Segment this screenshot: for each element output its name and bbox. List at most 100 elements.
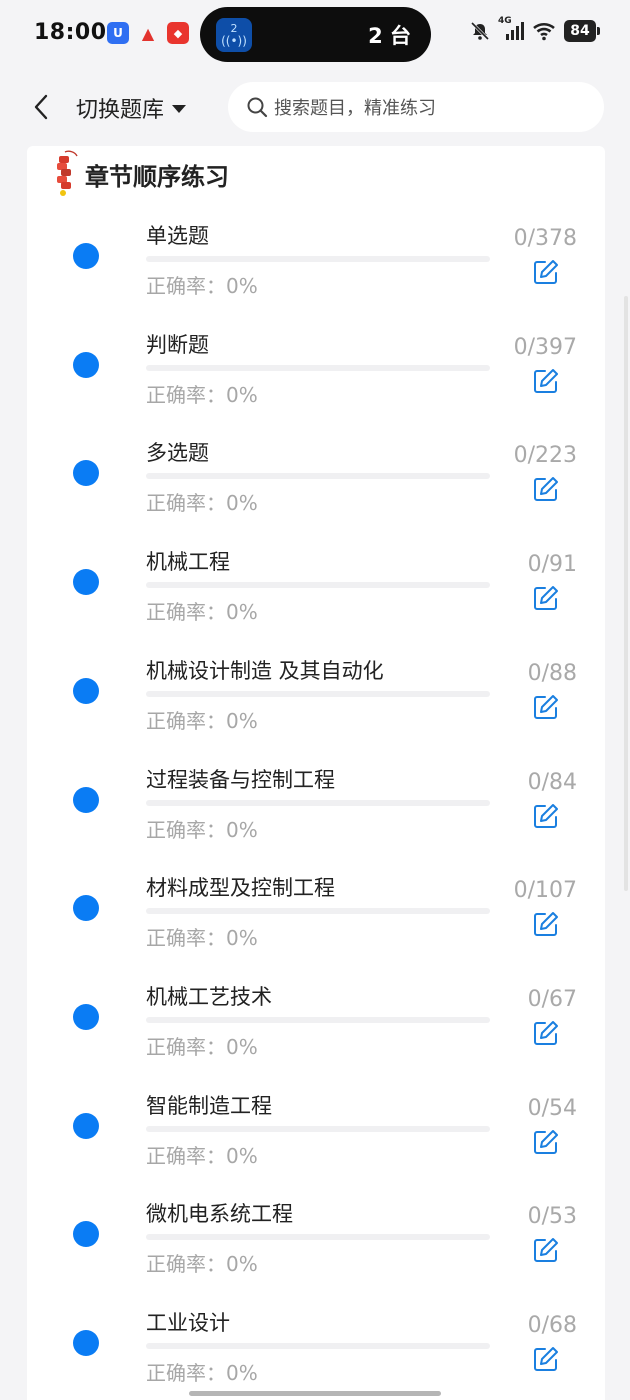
switch-bank-label: 切换题库 [76,98,165,123]
accuracy-label: 正确率：0% [146,926,258,951]
question-count: 0/68 [527,1313,577,1338]
progress-bar [146,256,490,262]
status-indicators: 4G 84 [470,16,600,42]
chevron-left-icon [34,94,48,120]
status-bar: 18:00 U ▲ ◆ 2 ((•)) 2 台 4G 84 [0,0,630,68]
chapter-item[interactable]: 微机电系统工程 正确率：0% 0/53 [27,1198,605,1306]
accuracy-label: 正确率：0% [146,1361,258,1385]
dot-icon [73,1221,99,1248]
edit-icon[interactable] [532,367,560,395]
dot-icon [73,569,99,596]
question-count: 0/107 [513,878,577,904]
cast-icon: 2 ((•)) [216,18,252,52]
dot-icon [73,786,99,813]
accuracy-label: 正确率：0% [146,1252,258,1277]
question-count: 0/91 [527,552,577,578]
edit-icon[interactable] [532,693,560,721]
accuracy-label: 正确率：0% [146,1034,258,1059]
chapter-item[interactable]: 机械工艺技术 正确率：0% 0/67 [27,981,605,1089]
chapter-name: 材料成型及控制工程 [146,876,335,901]
chapter-name: 多选题 [146,441,209,466]
header: 切换题库 搜索题目，精准练习 [0,76,630,138]
switch-bank-dropdown[interactable]: 切换题库 [76,92,187,124]
card-title: 章节顺序练习 [85,162,229,191]
accuracy-label: 正确率：0% [146,600,258,625]
wifi-icon [533,22,555,41]
island-text: 2 台 [368,24,411,48]
edit-icon[interactable] [532,1236,560,1264]
chapter-name: 机械工艺技术 [146,984,272,1009]
chapter-item[interactable]: 过程装备与控制工程 正确率：0% 0/84 [27,764,605,872]
chapter-item[interactable]: 机械设计制造 及其自动化 正确率：0% 0/88 [27,655,605,763]
chapter-name: 过程装备与控制工程 [146,767,335,792]
battery-icon: 84 [564,20,600,42]
dot-icon [73,1003,99,1030]
accuracy-label: 正确率：0% [146,382,258,407]
progress-bar [146,908,490,915]
chapter-item[interactable]: 机械工程正确率：0% 0/91 [27,546,605,654]
dot-icon [73,460,99,487]
search-icon [247,97,268,118]
card-title-row: 章节顺序练习 [53,150,229,198]
mute-bell-icon [470,21,490,41]
scrollbar[interactable] [624,296,628,891]
accuracy-label: 正确率：0% [146,1143,258,1168]
progress-bar [146,473,490,480]
search-input[interactable]: 搜索题目，精准练习 [228,82,604,132]
progress-bar [146,582,490,589]
question-count: 0/54 [527,1095,577,1121]
signal-icon: 4G [498,16,524,42]
back-button[interactable] [26,90,56,124]
question-count: 0/378 [513,226,577,251]
question-count: 0/223 [513,443,577,469]
question-count: 0/67 [527,986,577,1012]
chapter-item[interactable]: 单选题 正确率：0% 0/378 [27,220,605,328]
chapter-item[interactable]: 判断题正确率：0% 0/397 [27,329,605,437]
chapter-practice-card: 章节顺序练习 单选题 正确率：0% 0/378 判断题 正确率：0% 0/397 多选题 正确… [27,146,605,1400]
accuracy-label: 正确率：0% [146,491,258,516]
edit-icon[interactable] [532,910,560,938]
edit-icon[interactable] [532,258,560,286]
caret-down-icon [172,105,187,113]
chapter-item[interactable]: 材料成型及控制工程 正确率：0% 0/107 [27,872,605,980]
chapter-item[interactable]: 工业设计正确率：0% 0/68 [27,1307,605,1400]
dot-icon [73,1112,99,1139]
app-u-icon: U [107,22,129,44]
progress-bar [146,1016,490,1023]
dot-icon [73,351,99,378]
chapter-name: 单选题 [146,224,209,248]
chapter-item[interactable]: 多选题正确率：0% 0/223 [27,437,605,545]
chapter-name: 机械工程 [146,550,230,575]
question-count: 0/397 [513,334,577,360]
page: 18:00 U ▲ ◆ 2 ((•)) 2 台 4G 84 切换题库 搜索题目，… [0,0,630,1400]
accuracy-label: 正确率：0% [146,708,258,733]
question-count: 0/53 [527,1204,577,1230]
chapter-item[interactable]: 智能制造工程 正确率：0% 0/54 [27,1090,605,1198]
chapter-name: 智能制造工程 [146,1093,272,1118]
progress-bar [146,799,490,806]
edit-icon[interactable] [532,584,560,612]
app-boat-icon: ▲ [141,23,155,43]
dot-icon [73,243,99,269]
edit-icon[interactable] [532,1345,560,1373]
chapter-name: 工业设计 [146,1311,230,1335]
progress-bar [146,1343,490,1349]
progress-bar [146,1234,490,1241]
edit-icon[interactable] [532,802,560,830]
dynamic-island[interactable]: 2 ((•)) 2 台 [200,7,431,62]
edit-icon[interactable] [532,475,560,503]
status-time: 18:00 [34,20,107,45]
dot-icon [73,1330,99,1356]
home-indicator[interactable] [189,1391,441,1396]
chapter-name: 微机电系统工程 [146,1202,293,1227]
edit-icon[interactable] [532,1128,560,1156]
chapter-name: 判断题 [146,332,209,357]
firecracker-icon [57,150,78,196]
accuracy-label: 正确率：0% [146,817,258,842]
notification-app-icons: U ▲ ◆ [107,22,189,44]
question-count: 0/84 [527,769,577,795]
dot-icon [73,895,99,922]
edit-icon[interactable] [532,1019,560,1047]
question-count: 0/88 [527,660,577,686]
progress-bar [146,364,490,371]
